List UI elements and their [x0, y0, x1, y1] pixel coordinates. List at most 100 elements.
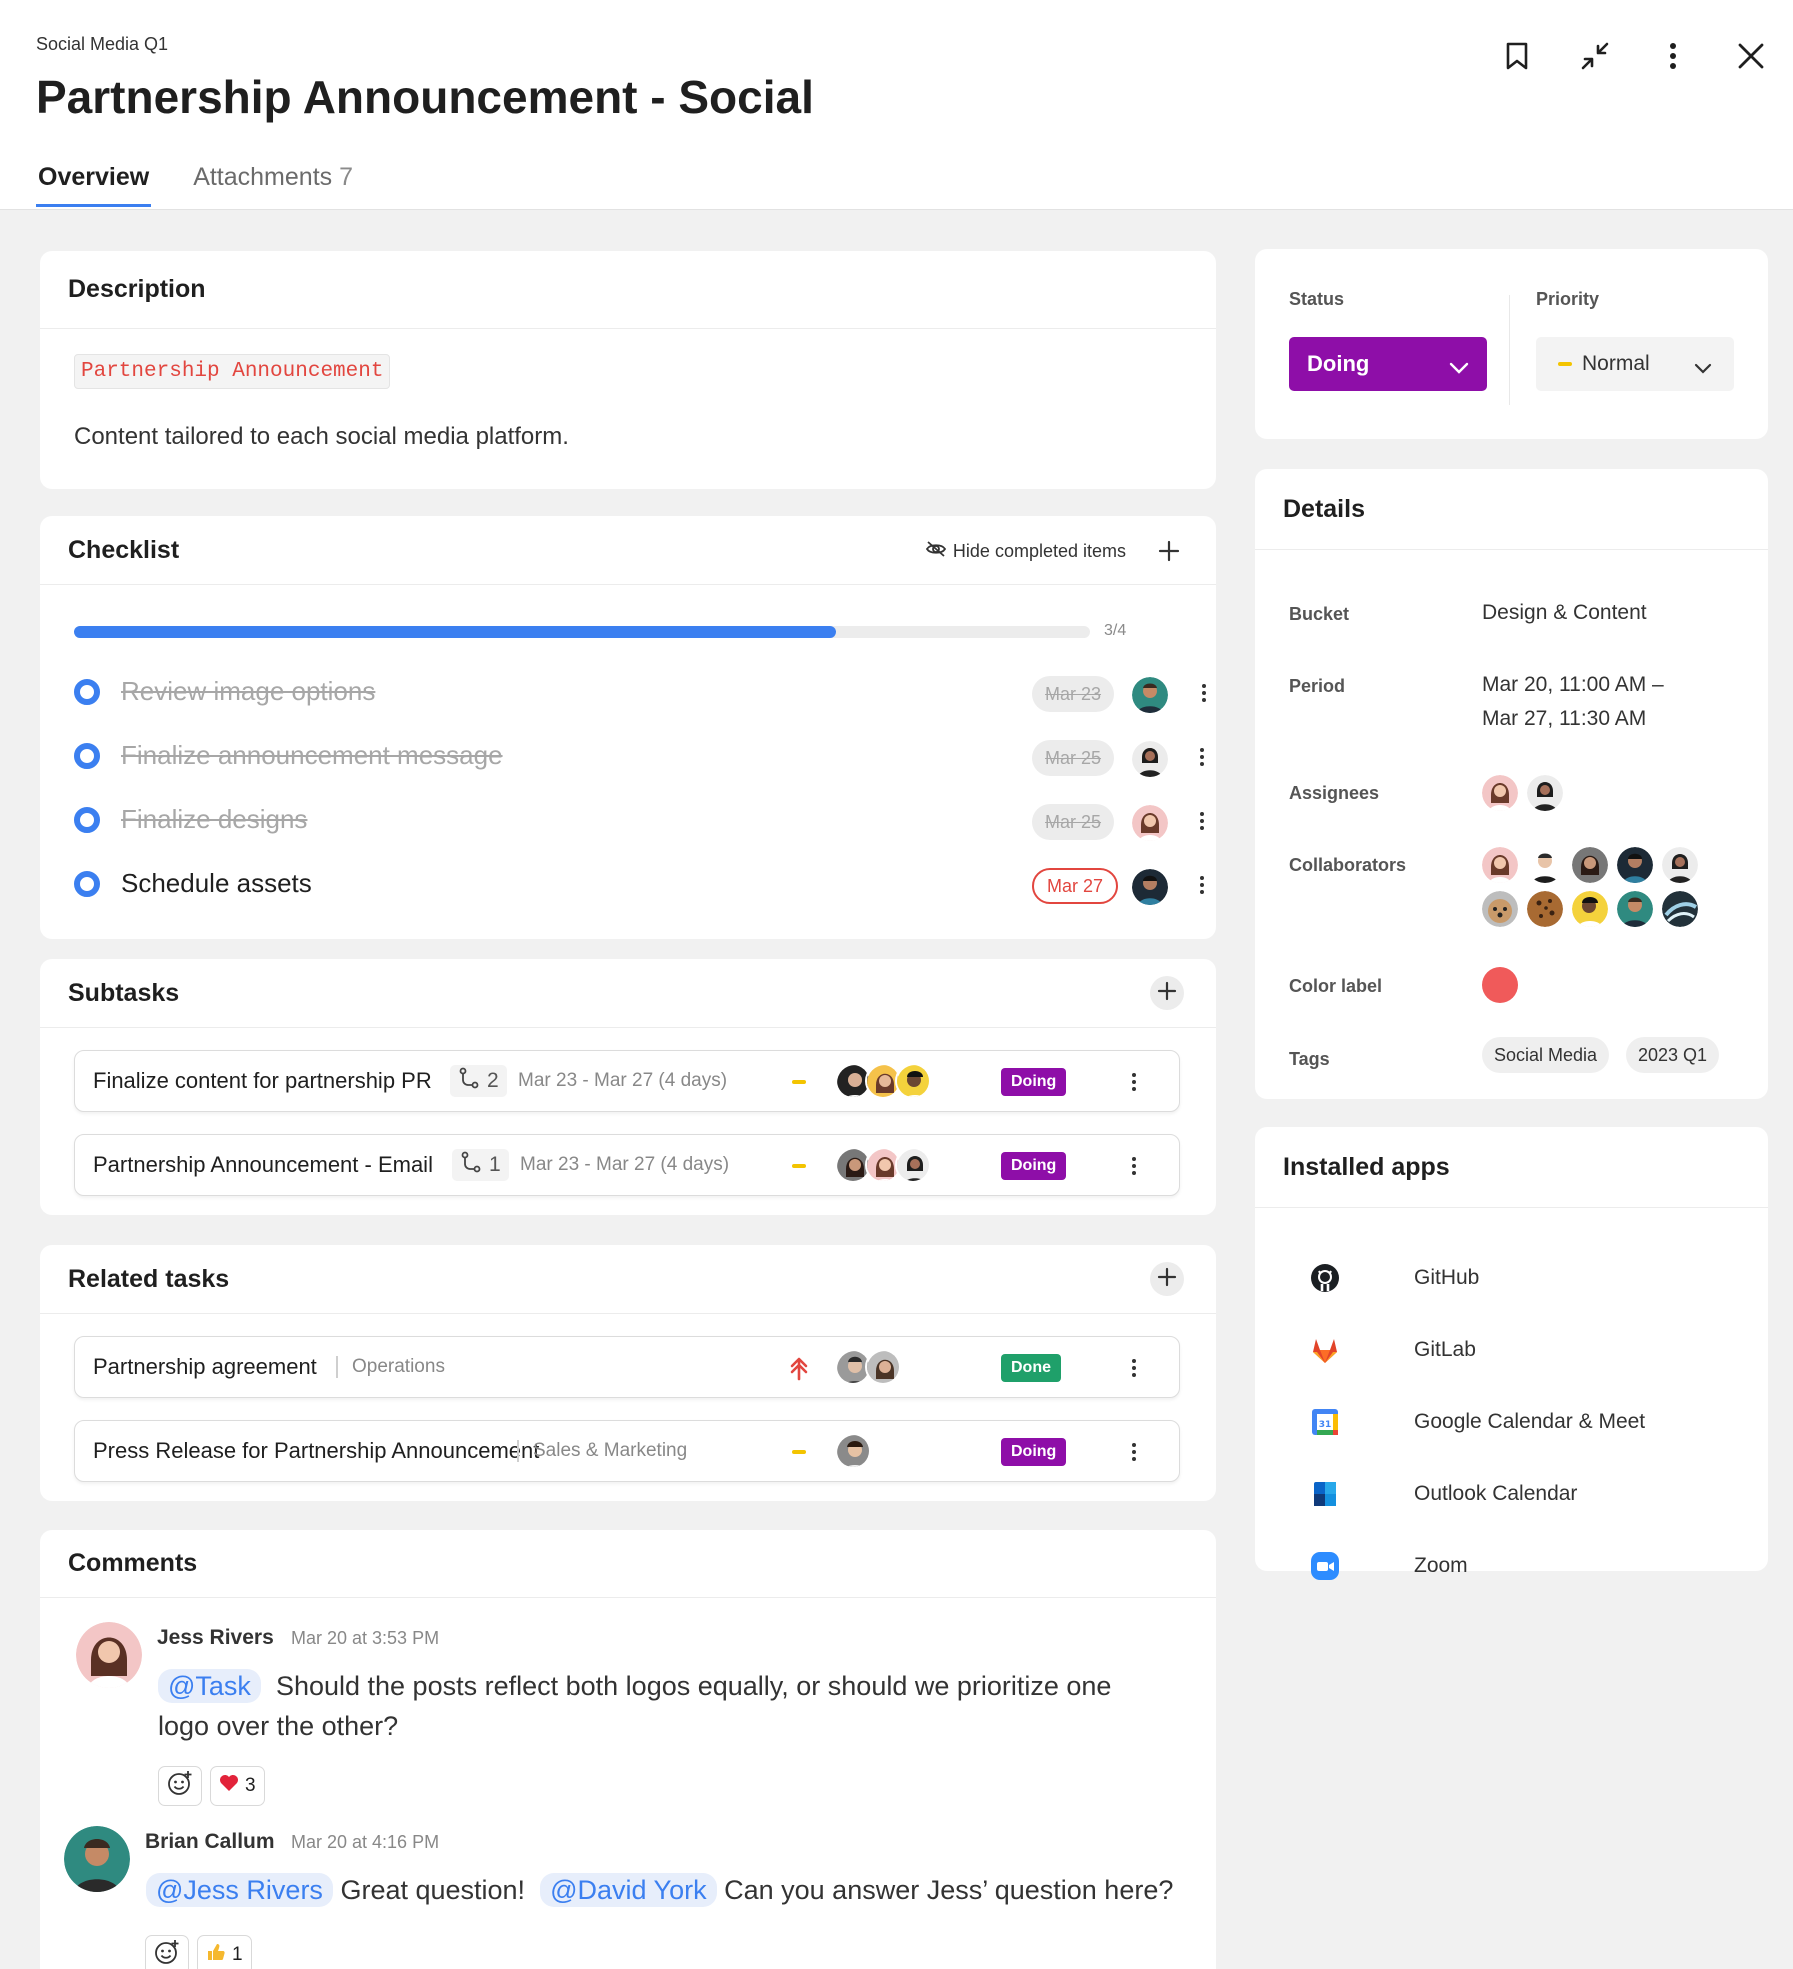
related-task-assignees[interactable]: [835, 1349, 915, 1387]
subtask-row[interactable]: Partnership Announcement - Email 1 Mar 2…: [74, 1134, 1180, 1196]
priority-dropdown[interactable]: Normal: [1536, 337, 1734, 391]
checklist-item-date[interactable]: Mar 25: [1032, 740, 1115, 776]
avatar[interactable]: [1482, 847, 1518, 883]
tag-pill[interactable]: 2023 Q1: [1626, 1037, 1720, 1073]
description-text[interactable]: Content tailored to each social media pl…: [74, 423, 569, 451]
more-options-icon[interactable]: [1655, 38, 1691, 74]
github-icon: [1309, 1262, 1341, 1294]
related-task-row[interactable]: Partnership agreement Operations Done: [74, 1336, 1180, 1398]
avatar[interactable]: [1617, 847, 1653, 883]
thumbs-up-reaction[interactable]: 1: [197, 1935, 252, 1969]
related-task-menu[interactable]: [1124, 1353, 1144, 1383]
checklist-item-menu[interactable]: [1192, 806, 1212, 836]
checklist-checkbox[interactable]: [74, 679, 100, 705]
hide-completed-label: Hide completed items: [952, 541, 1126, 561]
avatar[interactable]: [1482, 775, 1518, 811]
avatar[interactable]: [1132, 677, 1168, 713]
page-title: Partnership Announcement - Social: [36, 71, 814, 123]
status-badge[interactable]: Doing: [1001, 1068, 1067, 1096]
avatar[interactable]: [1132, 741, 1168, 777]
related-task-title[interactable]: Press Release for Partnership Announceme…: [93, 1438, 539, 1464]
avatar[interactable]: [1617, 891, 1653, 927]
checklist-item-date[interactable]: Mar 23: [1032, 676, 1115, 712]
add-related-task-button[interactable]: [1150, 1262, 1184, 1296]
checklist-item-label[interactable]: Finalize announcement message: [121, 740, 503, 771]
related-task-title[interactable]: Partnership agreement: [93, 1354, 317, 1380]
avatar[interactable]: [1527, 891, 1563, 927]
checklist-header: Checklist Hide completed items: [40, 516, 1216, 585]
tab-overview[interactable]: Overview: [36, 163, 152, 207]
period-start: Mar 20, 11:00 AM –: [1482, 673, 1664, 696]
status-badge[interactable]: Doing: [1001, 1438, 1067, 1466]
eye-off-icon: [925, 540, 947, 563]
related-task-assignees[interactable]: [835, 1433, 885, 1471]
subtask-title[interactable]: Partnership Announcement - Email: [93, 1152, 433, 1178]
tag-pill[interactable]: Social Media: [1482, 1037, 1610, 1073]
color-label-swatch[interactable]: [1482, 967, 1518, 1003]
checklist-checkbox[interactable]: [74, 743, 100, 769]
status-badge[interactable]: Done: [1001, 1354, 1061, 1382]
checklist-checkbox[interactable]: [74, 807, 100, 833]
checklist-item-menu[interactable]: [1192, 870, 1212, 900]
subtask-row[interactable]: Finalize content for partnership PR 2 Ma…: [74, 1050, 1180, 1112]
add-subtask-button[interactable]: [1150, 976, 1184, 1010]
period-value[interactable]: Mar 20, 11:00 AM – Mar 27, 11:30 AM: [1482, 668, 1664, 736]
checklist-item-label[interactable]: Schedule assets: [121, 868, 312, 899]
add-reaction-button[interactable]: [158, 1766, 202, 1806]
avatar[interactable]: [1662, 891, 1698, 927]
breadcrumb[interactable]: Social Media Q1: [36, 34, 168, 55]
checklist-item-label[interactable]: Finalize designs: [121, 804, 307, 835]
comment-reactions: 3: [158, 1766, 265, 1806]
checklist-checkbox[interactable]: [74, 871, 100, 897]
subtask-assignees[interactable]: [835, 1147, 945, 1185]
close-icon[interactable]: [1733, 38, 1769, 74]
hide-completed-button[interactable]: Hide completed items: [925, 540, 1126, 563]
bucket-value[interactable]: Design & Content: [1482, 596, 1647, 630]
checklist-item-label[interactable]: Review image options: [121, 676, 375, 707]
tab-attachments[interactable]: Attachments 7: [191, 163, 355, 207]
avatar[interactable]: [1572, 891, 1608, 927]
checklist-item: Schedule assets Mar 27: [74, 858, 1204, 908]
mention-link[interactable]: @Jess Rivers: [146, 1873, 333, 1907]
checklist-item-menu[interactable]: [1192, 742, 1212, 772]
avatar[interactable]: [1527, 847, 1563, 883]
app-zoom[interactable]: Zoom: [1309, 1546, 1468, 1586]
avatar[interactable]: [1572, 847, 1608, 883]
collapse-icon[interactable]: [1577, 38, 1613, 74]
status-value: Doing: [1307, 351, 1370, 376]
comment-time: Mar 20 at 3:53 PM: [291, 1628, 440, 1648]
avatar[interactable]: [1482, 891, 1518, 927]
status-badge[interactable]: Doing: [1001, 1152, 1067, 1180]
add-checklist-item-icon[interactable]: [1158, 540, 1180, 562]
subtask-menu[interactable]: [1124, 1067, 1144, 1097]
app-google-calendar[interactable]: 31 Google Calendar & Meet: [1309, 1402, 1645, 1442]
checklist-item-date[interactable]: Mar 25: [1032, 804, 1115, 840]
avatar[interactable]: [64, 1826, 130, 1892]
bookmark-icon[interactable]: [1499, 38, 1535, 74]
avatar[interactable]: [1527, 775, 1563, 811]
comment-author[interactable]: Brian Callum: [145, 1830, 275, 1854]
comment-reactions: 1: [145, 1935, 252, 1969]
mention-link[interactable]: @Task: [158, 1669, 261, 1703]
header-actions: [1499, 38, 1769, 74]
app-gitlab[interactable]: GitLab: [1309, 1330, 1476, 1370]
add-reaction-button[interactable]: [145, 1935, 189, 1969]
status-dropdown[interactable]: Doing: [1289, 337, 1487, 391]
related-task-menu[interactable]: [1124, 1437, 1144, 1467]
checklist-item-date[interactable]: Mar 27: [1032, 868, 1119, 904]
related-task-row[interactable]: Press Release for Partnership Announceme…: [74, 1420, 1180, 1482]
mention-link[interactable]: @David York: [540, 1873, 717, 1907]
avatar[interactable]: [1662, 847, 1698, 883]
subtask-title[interactable]: Finalize content for partnership PR: [93, 1068, 432, 1094]
checklist-item-menu[interactable]: [1194, 678, 1214, 708]
subtask-dates: Mar 23 - Mar 27 (4 days): [518, 1070, 728, 1091]
avatar[interactable]: [1132, 869, 1168, 905]
avatar[interactable]: [1132, 805, 1168, 841]
subtask-assignees[interactable]: [835, 1063, 945, 1101]
comment-author[interactable]: Jess Rivers: [157, 1626, 274, 1650]
subtask-menu[interactable]: [1124, 1151, 1144, 1181]
heart-reaction[interactable]: 3: [210, 1766, 265, 1806]
app-outlook-calendar[interactable]: Outlook Calendar: [1309, 1474, 1577, 1514]
app-github[interactable]: GitHub: [1309, 1258, 1479, 1298]
avatar[interactable]: [76, 1622, 142, 1688]
